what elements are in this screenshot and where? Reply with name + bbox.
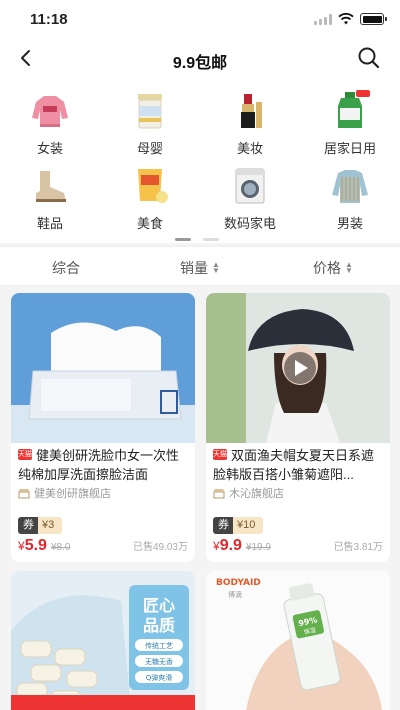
original-price: ¥19.9 <box>245 542 271 553</box>
brand-cn-text: 博滴 <box>228 590 242 599</box>
coupon-badge: 券 ¥3 <box>18 517 63 534</box>
coupon-value: ¥10 <box>233 517 264 534</box>
category-item[interactable]: 美妆 <box>200 88 300 157</box>
milk-powder-icon <box>138 94 162 129</box>
currency-symbol: ¥ <box>213 539 220 553</box>
signal-icon <box>314 13 332 25</box>
art-text-pinzhi: 品质 <box>143 616 175 635</box>
category-item[interactable]: 男装 <box>300 163 400 232</box>
product-card[interactable]: BODYAID 博滴 99% 保湿 <box>206 571 390 710</box>
wifi-icon <box>338 13 354 25</box>
sort-sales[interactable]: 销量 ▲ ▼ <box>180 258 220 278</box>
coupon-label: 券 <box>18 517 38 534</box>
sort-price-label: 价格 <box>313 260 341 276</box>
category-label: 美妆 <box>236 141 263 156</box>
category-label: 居家日用 <box>323 141 376 156</box>
product-image <box>11 293 195 443</box>
page-title: 9.9包邮 <box>172 55 228 72</box>
tag-3: Q弹爽滑 <box>146 673 173 682</box>
art-text-jiangxin: 匠心 <box>143 596 175 615</box>
sold-count: 已售3.81万 <box>333 542 383 553</box>
status-time: 11:18 <box>30 11 68 28</box>
category-item[interactable]: 美食 <box>100 163 200 232</box>
currency-symbol: ¥ <box>18 539 25 553</box>
category-label: 数码家电 <box>223 216 276 231</box>
status-icons <box>314 13 387 25</box>
tag-2: 无糖无香 <box>145 657 173 666</box>
battery-icon <box>360 13 387 25</box>
tag-1: 传统工艺 <box>145 641 173 650</box>
category-item[interactable]: 母婴 <box>100 88 200 157</box>
boot-icon <box>36 171 66 202</box>
sort-sales-label: 销量 <box>180 260 208 276</box>
category-label: 男装 <box>336 216 363 231</box>
product-image: BODYAID 博滴 99% 保湿 <box>206 571 390 710</box>
product-title: 双面渔夫帽女夏天日系遮脸韩版百搭小雏菊遮阳... <box>213 448 375 482</box>
product-price: 9.9 <box>219 537 242 554</box>
sort-price[interactable]: 价格 ▲ ▼ <box>313 258 353 278</box>
category-grid: 女装 母婴 美妆 居家日用 鞋品 美食 数码家电 男装 <box>0 78 400 243</box>
sweater-icon <box>332 170 368 203</box>
price-row: ¥ 5.9 ¥8.0 已售49.03万 <box>18 537 188 555</box>
product-card[interactable]: 天猫 健美创研洗脸巾女一次性纯棉加厚洗面擦脸洁面 健美创研旗舰店 券 ¥3 ¥ 5… <box>11 293 195 562</box>
product-image: 匠心 品质 传统工艺 无糖无香 Q弹爽滑 <box>11 571 195 710</box>
nav-bar: 9.9包邮 <box>0 40 400 78</box>
price-row: ¥ 9.9 ¥19.9 已售3.81万 <box>213 537 383 555</box>
sort-general-label: 综合 <box>52 260 80 276</box>
category-label: 女装 <box>36 141 63 156</box>
detergent-bottle-icon <box>338 90 370 128</box>
washing-machine-icon <box>235 168 265 204</box>
category-label: 美食 <box>136 216 163 231</box>
sort-general[interactable]: 综合 <box>52 258 80 278</box>
product-card[interactable]: 匠心 品质 传统工艺 无糖无香 Q弹爽滑 <box>11 571 195 710</box>
search-icon[interactable] <box>356 45 382 71</box>
sold-count: 已售49.03万 <box>132 542 188 553</box>
product-price: 5.9 <box>24 537 47 554</box>
product-title: 健美创研洗脸巾女一次性纯棉加厚洗面擦脸洁面 <box>18 448 180 482</box>
snack-bag-icon <box>138 169 168 203</box>
sweatshirt-icon <box>32 96 68 127</box>
category-label: 母婴 <box>136 141 163 156</box>
coupon-badge: 券 ¥10 <box>213 517 264 534</box>
status-bar: 11:18 <box>0 0 400 40</box>
lipstick-icon <box>241 94 262 128</box>
shop-name-label: 健美创研旗舰店 <box>34 488 111 500</box>
category-item[interactable]: 居家日用 <box>300 88 400 157</box>
shop-name-label: 木沁旗舰店 <box>229 488 284 500</box>
coupon-label: 券 <box>213 517 233 534</box>
category-item[interactable]: 女装 <box>0 88 100 157</box>
shop-icon <box>18 488 30 498</box>
brand-logo-text: BODYAID <box>216 578 261 588</box>
shop-name: 木沁旗舰店 <box>213 485 284 501</box>
product-card[interactable]: 天猫 双面渔夫帽女夏天日系遮脸韩版百搭小雏菊遮阳... 木沁旗舰店 券 ¥10 ¥… <box>206 293 390 562</box>
category-item[interactable]: 鞋品 <box>0 163 100 232</box>
sort-bar: 综合 销量 ▲ ▼ 价格 ▲ ▼ <box>0 246 400 286</box>
sort-arrows-icon: ▲ ▼ <box>345 260 353 275</box>
category-pager <box>175 238 219 241</box>
original-price: ¥8.0 <box>50 542 71 553</box>
sort-arrows-icon: ▲ ▼ <box>212 260 220 275</box>
shop-name: 健美创研旗舰店 <box>18 485 111 501</box>
shop-icon <box>213 488 225 498</box>
category-item[interactable]: 数码家电 <box>200 163 300 232</box>
category-label: 鞋品 <box>36 216 63 231</box>
product-image <box>206 293 390 443</box>
coupon-value: ¥3 <box>38 517 63 534</box>
